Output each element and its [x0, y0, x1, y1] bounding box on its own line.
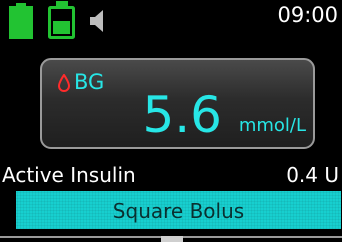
battery-full-icon: [9, 3, 33, 39]
speaker-icon: [90, 10, 103, 32]
active-insulin-value: 0.4 U: [286, 163, 339, 187]
clock-time: 09:00: [277, 3, 338, 27]
bg-value: 5.6: [142, 86, 222, 144]
reservoir-icon: [48, 1, 75, 39]
bg-label: BG: [74, 70, 105, 94]
status-bar: 09:00: [0, 0, 342, 40]
square-bolus-label: Square Bolus: [112, 199, 245, 223]
blood-drop-icon: [58, 74, 70, 92]
active-insulin-label: Active Insulin: [2, 163, 136, 187]
square-bolus-button[interactable]: Square Bolus: [16, 191, 341, 229]
scroll-indicator: [161, 236, 183, 242]
bg-reading-card[interactable]: BG 5.6 mmol/L: [40, 58, 315, 149]
bg-unit: mmol/L: [238, 115, 306, 136]
